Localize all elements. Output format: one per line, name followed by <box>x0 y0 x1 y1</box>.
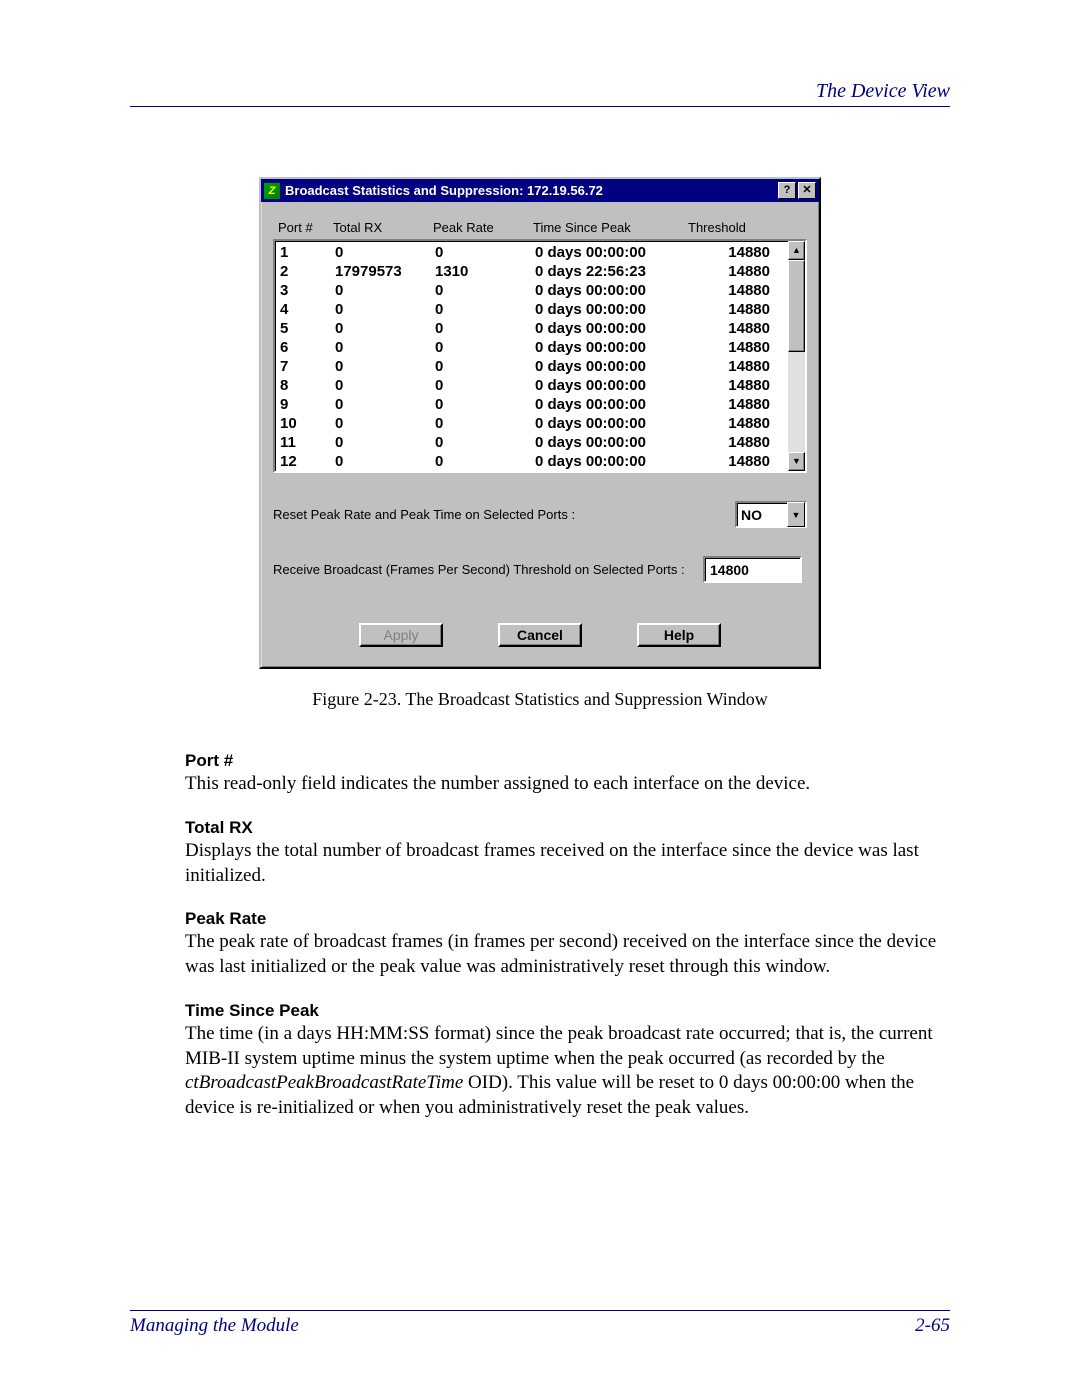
footer-page: 2-65 <box>915 1315 950 1337</box>
scroll-thumb[interactable] <box>788 260 805 352</box>
reset-peak-combo[interactable]: NO ▼ <box>735 501 807 528</box>
scrollbar[interactable]: ▲ ▼ <box>788 241 805 471</box>
reset-peak-value: NO <box>737 507 787 523</box>
help-button[interactable]: Help <box>637 623 721 647</box>
threshold-input[interactable]: 14800 <box>703 556 802 583</box>
help-icon[interactable]: ? <box>778 182 796 199</box>
apply-button[interactable]: Apply <box>359 623 443 647</box>
totalrx-desc: Displays the total number of broadcast f… <box>185 839 950 888</box>
col-time: Time Since Peak <box>533 220 688 235</box>
cancel-button[interactable]: Cancel <box>498 623 582 647</box>
table-row[interactable]: 6000 days 00:00:0014880 <box>280 338 805 357</box>
app-icon: Z <box>264 183 280 199</box>
peakrate-heading: Peak Rate <box>185 908 950 930</box>
table-row[interactable]: 12000 days 00:00:0014880 <box>280 452 805 471</box>
table-row[interactable]: 9000 days 00:00:0014880 <box>280 395 805 414</box>
peakrate-desc: The peak rate of broadcast frames (in fr… <box>185 930 950 979</box>
threshold-label: Receive Broadcast (Frames Per Second) Th… <box>273 562 703 577</box>
table-row[interactable]: 3000 days 00:00:0014880 <box>280 281 805 300</box>
table-row[interactable]: 1000 days 00:00:0014880 <box>280 243 805 262</box>
ports-listbox[interactable]: 1000 days 00:00:001488021797957313100 da… <box>273 239 807 473</box>
footer-left: Managing the Module <box>130 1315 299 1337</box>
oid-name: ctBroadcastPeakBroadcastRateTime <box>185 1072 463 1093</box>
table-row[interactable]: 5000 days 00:00:0014880 <box>280 319 805 338</box>
table-row[interactable]: 21797957313100 days 22:56:2314880 <box>280 262 805 281</box>
reset-peak-label: Reset Peak Rate and Peak Time on Selecte… <box>273 507 735 522</box>
window-title: Broadcast Statistics and Suppression: 17… <box>285 183 778 198</box>
table-row[interactable]: 11000 days 00:00:0014880 <box>280 433 805 452</box>
col-port: Port # <box>278 220 333 235</box>
scroll-up-icon[interactable]: ▲ <box>788 241 805 260</box>
port-desc: This read-only field indicates the numbe… <box>185 772 950 797</box>
col-threshold: Threshold <box>688 220 768 235</box>
table-row[interactable]: 8000 days 00:00:0014880 <box>280 376 805 395</box>
table-row[interactable]: 7000 days 00:00:0014880 <box>280 357 805 376</box>
scroll-down-icon[interactable]: ▼ <box>788 452 805 471</box>
broadcast-stats-dialog: Z Broadcast Statistics and Suppression: … <box>259 177 821 669</box>
col-total: Total RX <box>333 220 433 235</box>
section-header: The Device View <box>130 80 950 103</box>
totalrx-heading: Total RX <box>185 817 950 839</box>
figure-caption: Figure 2-23. The Broadcast Statistics an… <box>130 689 950 710</box>
titlebar[interactable]: Z Broadcast Statistics and Suppression: … <box>261 179 819 202</box>
timesince-desc: The time (in a days HH:MM:SS format) sin… <box>185 1022 950 1121</box>
column-headers: Port # Total RX Peak Rate Time Since Pea… <box>273 220 807 235</box>
chevron-down-icon[interactable]: ▼ <box>787 502 805 527</box>
timesince-heading: Time Since Peak <box>185 1000 950 1022</box>
table-row[interactable]: 4000 days 00:00:0014880 <box>280 300 805 319</box>
port-heading: Port # <box>185 750 950 772</box>
table-row[interactable]: 10000 days 00:00:0014880 <box>280 414 805 433</box>
close-icon[interactable]: ✕ <box>798 182 816 199</box>
col-peak: Peak Rate <box>433 220 533 235</box>
